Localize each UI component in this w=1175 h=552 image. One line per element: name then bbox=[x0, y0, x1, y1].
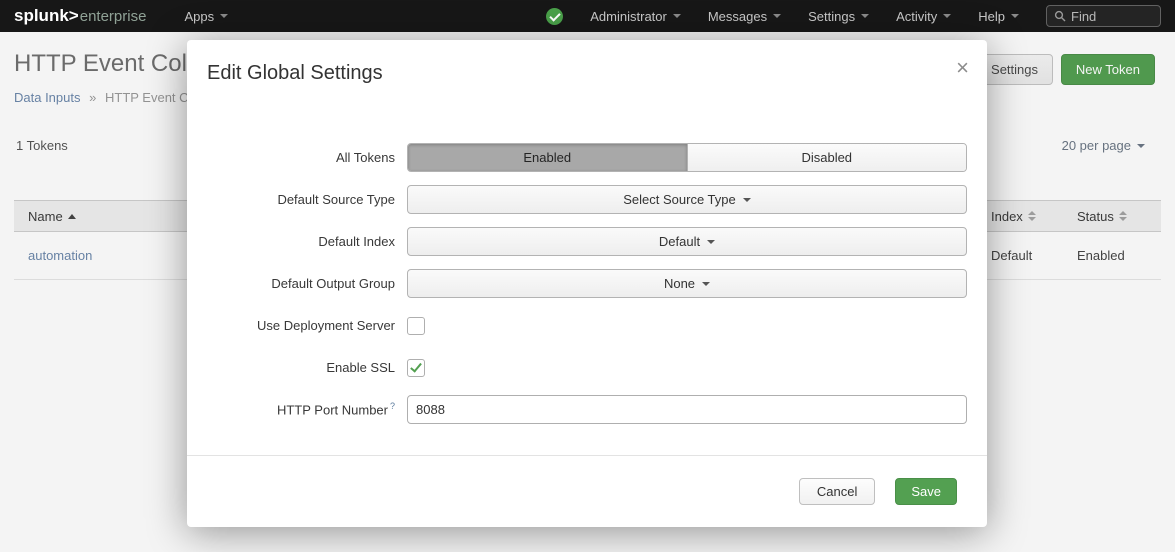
enable-ssl-checkbox[interactable] bbox=[407, 359, 425, 377]
use-deployment-server-row: Use Deployment Server bbox=[207, 311, 967, 340]
modal-footer: Cancel Save bbox=[187, 455, 987, 527]
output-group-dropdown[interactable]: None bbox=[407, 269, 967, 298]
search-icon bbox=[1054, 10, 1066, 22]
navbar-right-group: Administrator Messages Settings Activity… bbox=[546, 5, 1161, 27]
source-type-dropdown[interactable]: Select Source Type bbox=[407, 185, 967, 214]
sort-icon bbox=[1028, 211, 1036, 221]
logo-brand: splunk bbox=[14, 6, 69, 25]
help-menu[interactable]: Help bbox=[978, 9, 1019, 24]
column-label-index: Index bbox=[991, 209, 1023, 224]
save-button[interactable]: Save bbox=[895, 478, 957, 505]
apps-menu[interactable]: Apps bbox=[184, 9, 228, 24]
chevron-down-icon bbox=[943, 14, 951, 18]
logo-chevron: > bbox=[69, 6, 79, 25]
cancel-button[interactable]: Cancel bbox=[799, 478, 875, 505]
default-output-group-label: Default Output Group bbox=[207, 276, 395, 291]
output-group-value: None bbox=[664, 276, 695, 291]
column-header-status[interactable]: Status bbox=[1077, 209, 1161, 224]
default-index-dropdown[interactable]: Default bbox=[407, 227, 967, 256]
modal-body: All Tokens Enabled Disabled Default Sour… bbox=[187, 102, 987, 424]
token-status-cell: Enabled bbox=[1077, 248, 1161, 263]
apps-menu-label: Apps bbox=[184, 9, 214, 24]
all-tokens-disabled-button[interactable]: Disabled bbox=[687, 144, 967, 171]
default-index-label: Default Index bbox=[207, 234, 395, 249]
column-header-index[interactable]: Index bbox=[991, 209, 1077, 224]
source-type-value: Select Source Type bbox=[623, 192, 736, 207]
per-page-selector[interactable]: 20 per page bbox=[1062, 138, 1145, 153]
settings-menu-label: Settings bbox=[808, 9, 855, 24]
activity-menu[interactable]: Activity bbox=[896, 9, 951, 24]
http-port-input[interactable] bbox=[407, 395, 967, 424]
status-check-circle-icon[interactable] bbox=[546, 8, 563, 25]
top-navbar: splunk>enterprise Apps Administrator Mes… bbox=[0, 0, 1175, 32]
default-source-type-label: Default Source Type bbox=[207, 192, 395, 207]
logo-product: enterprise bbox=[80, 8, 147, 25]
chevron-down-icon bbox=[702, 282, 710, 286]
close-icon[interactable]: × bbox=[956, 57, 969, 79]
find-input[interactable] bbox=[1071, 9, 1153, 24]
default-index-row: Default Index Default bbox=[207, 227, 967, 256]
use-deployment-server-checkbox[interactable] bbox=[407, 317, 425, 335]
column-label-name: Name bbox=[28, 209, 63, 224]
token-name-link[interactable]: automation bbox=[28, 248, 92, 263]
default-index-value: Default bbox=[659, 234, 700, 249]
chevron-down-icon bbox=[1137, 144, 1145, 148]
modal-title: Edit Global Settings bbox=[207, 62, 967, 85]
all-tokens-enabled-button[interactable]: Enabled bbox=[408, 144, 687, 171]
use-deployment-server-control bbox=[407, 311, 967, 340]
breadcrumb-data-inputs-link[interactable]: Data Inputs bbox=[14, 90, 81, 105]
sort-icon bbox=[1119, 211, 1127, 221]
modal-header: Edit Global Settings × bbox=[187, 40, 987, 102]
enable-ssl-row: Enable SSL bbox=[207, 353, 967, 382]
default-output-group-row: Default Output Group None bbox=[207, 269, 967, 298]
all-tokens-row: All Tokens Enabled Disabled bbox=[207, 143, 967, 172]
chevron-down-icon bbox=[773, 14, 781, 18]
screen: splunk>enterprise Apps Administrator Mes… bbox=[0, 0, 1175, 552]
splunk-logo[interactable]: splunk>enterprise bbox=[14, 6, 146, 26]
token-count-label: 1 Tokens bbox=[16, 138, 68, 153]
sort-ascending-icon bbox=[68, 214, 76, 219]
activity-menu-label: Activity bbox=[896, 9, 937, 24]
enable-ssl-label: Enable SSL bbox=[207, 360, 395, 375]
token-index-cell: Default bbox=[991, 248, 1077, 263]
per-page-label: 20 per page bbox=[1062, 138, 1131, 153]
breadcrumb-separator: » bbox=[89, 90, 96, 105]
all-tokens-label: All Tokens bbox=[207, 150, 395, 165]
help-icon[interactable]: ? bbox=[390, 401, 395, 411]
administrator-menu-label: Administrator bbox=[590, 9, 667, 24]
chevron-down-icon bbox=[1011, 14, 1019, 18]
administrator-menu[interactable]: Administrator bbox=[590, 9, 681, 24]
enable-ssl-control bbox=[407, 353, 967, 382]
http-port-label-text: HTTP Port Number bbox=[277, 403, 388, 418]
column-label-status: Status bbox=[1077, 209, 1114, 224]
messages-menu[interactable]: Messages bbox=[708, 9, 781, 24]
default-source-type-row: Default Source Type Select Source Type bbox=[207, 185, 967, 214]
use-deployment-server-label: Use Deployment Server bbox=[207, 318, 395, 333]
http-port-row: HTTP Port Number? bbox=[207, 395, 967, 424]
check-icon bbox=[410, 360, 422, 372]
all-tokens-toggle-group: Enabled Disabled bbox=[407, 143, 967, 172]
new-token-button[interactable]: New Token bbox=[1061, 54, 1155, 85]
chevron-down-icon bbox=[743, 198, 751, 202]
chevron-down-icon bbox=[673, 14, 681, 18]
chevron-down-icon bbox=[707, 240, 715, 244]
chevron-down-icon bbox=[861, 14, 869, 18]
messages-menu-label: Messages bbox=[708, 9, 767, 24]
edit-global-settings-modal: Edit Global Settings × All Tokens Enable… bbox=[187, 40, 987, 527]
find-search-box[interactable] bbox=[1046, 5, 1161, 27]
settings-menu[interactable]: Settings bbox=[808, 9, 869, 24]
http-port-label: HTTP Port Number? bbox=[207, 401, 395, 417]
help-menu-label: Help bbox=[978, 9, 1005, 24]
chevron-down-icon bbox=[220, 14, 228, 18]
